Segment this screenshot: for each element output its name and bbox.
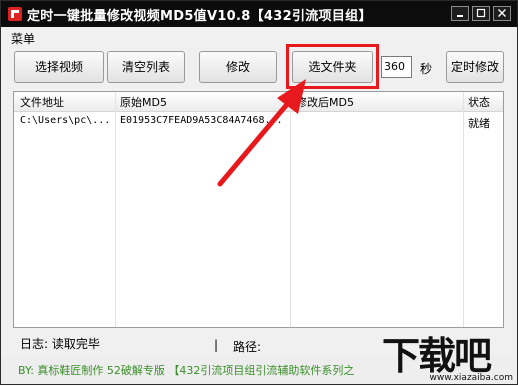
column-header-path[interactable]: 文件地址 <box>20 94 64 110</box>
window-title: 定时一键批量修改视频MD5值V10.8【432引流项目组】 <box>27 9 372 24</box>
minimize-button[interactable] <box>451 6 469 21</box>
watermark-url-text: www.xiazaiba.com <box>429 373 513 383</box>
column-header-status[interactable]: 状态 <box>468 94 490 110</box>
menu-main[interactable]: 菜单 <box>11 30 35 47</box>
column-header-original-md5[interactable]: 原始MD5 <box>120 94 167 110</box>
menu-bar: 菜单 <box>1 28 517 46</box>
site-watermark-logo: 下载吧 www.xiazaiba.com <box>382 323 517 385</box>
main-window: 定时一键批量修改视频MD5值V10.8【432引流项目组】 菜单 选择视频 清空… <box>0 0 518 385</box>
modify-button[interactable]: 修改 <box>199 51 277 83</box>
maximize-button[interactable] <box>472 6 490 21</box>
timed-modify-button[interactable]: 定时修改 <box>446 51 504 83</box>
table-row[interactable]: C:\Users\pc\... E01953C7FEAD9A53C84A7468… <box>14 112 503 131</box>
column-header-new-md5[interactable]: 修改后MD5 <box>296 94 354 110</box>
close-button[interactable] <box>493 6 511 21</box>
cell-status: 就绪 <box>468 117 490 130</box>
title-bar[interactable]: 定时一键批量修改视频MD5值V10.8【432引流项目组】 <box>1 1 517 27</box>
log-text: 日志: 读取完毕 <box>20 337 100 351</box>
footer-credits-text: BY: 真标鞋匠制作 52破解专版 【432引流项目组引流辅助软件系列之 <box>18 364 355 377</box>
seconds-input[interactable]: 360 <box>381 56 412 78</box>
select-video-button[interactable]: 选择视频 <box>14 51 104 83</box>
app-logo-icon <box>8 7 22 21</box>
maximize-icon <box>476 8 486 18</box>
cell-original-md5: E01953C7FEAD9A53C84A7468... <box>120 115 283 126</box>
annotation-highlight-box <box>286 44 379 89</box>
clear-list-button[interactable]: 清空列表 <box>107 51 185 83</box>
file-list-table[interactable]: 文件地址 原始MD5 修改后MD5 状态 C:\Users\pc\... E01… <box>13 91 504 328</box>
seconds-unit-label: 秒 <box>420 62 433 76</box>
path-label: 路径: <box>233 340 262 354</box>
table-header: 文件地址 原始MD5 修改后MD5 状态 <box>14 92 503 112</box>
cell-path: C:\Users\pc\... <box>20 115 111 126</box>
watermark-main-text: 下载吧 <box>382 334 492 378</box>
close-icon <box>498 9 506 17</box>
status-separator: | <box>214 338 219 352</box>
minimize-icon <box>457 15 463 17</box>
